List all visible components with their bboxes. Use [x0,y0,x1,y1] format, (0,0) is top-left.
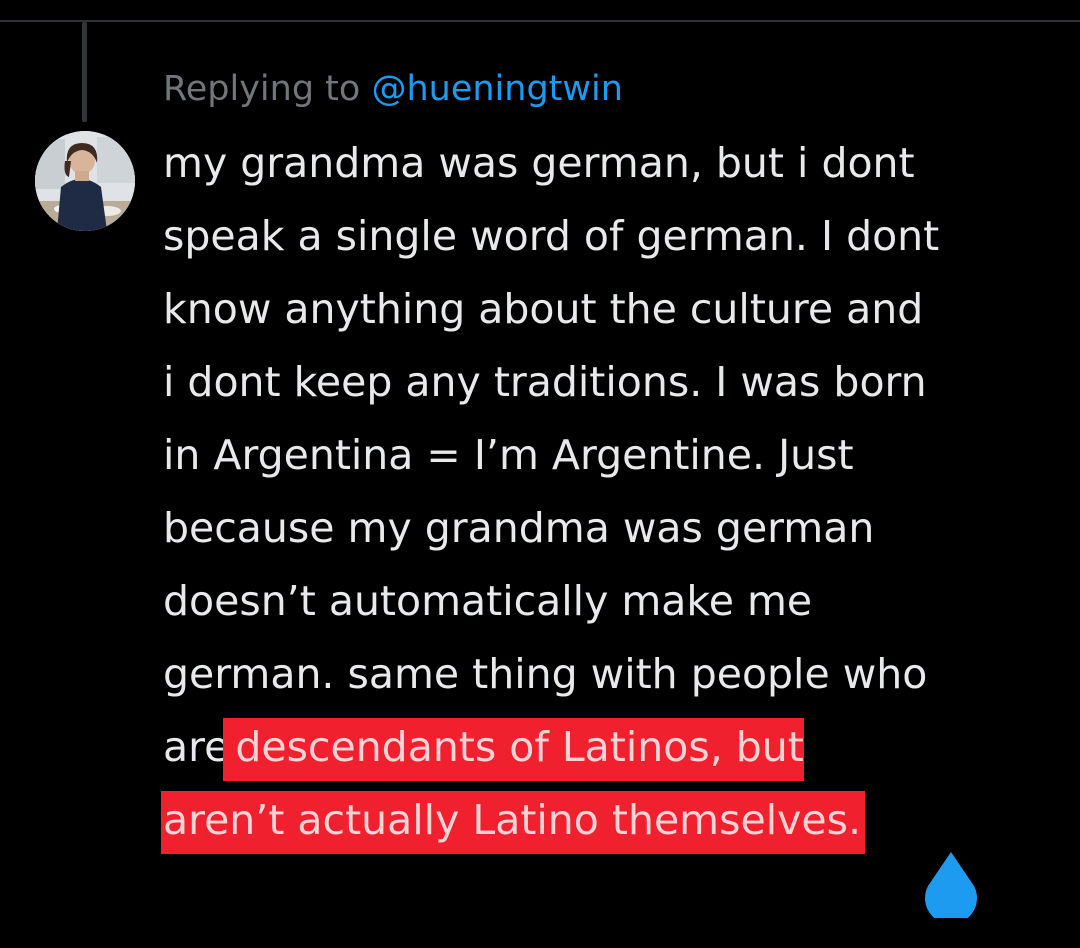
replying-to-label: Replying to [163,69,361,109]
tweet-line: speak a single word of german. I dont [163,212,940,260]
tweet-plain-text: are [163,723,230,771]
replying-to-line: Replying to @hueningtwin [163,62,623,116]
tweet-text: my grandma was german, but i dont speak … [161,127,1053,857]
tweet-line: know anything about the culture and [163,285,924,333]
highlighted-selection-text[interactable]: aren’t actually Latino themselves. [161,791,865,854]
tweet-line: my grandma was german, but i dont [163,139,915,187]
tweet-line: doesn’t automatically make me [163,577,813,625]
avatar-photo [35,131,135,231]
thread-connector-line [82,22,87,122]
tweet-line: aren’t actually Latino themselves. [161,784,1053,857]
avatar[interactable] [35,131,135,231]
replied-user-handle-link[interactable]: @hueningtwin [371,69,622,109]
tweet-line: german. same thing with people who [163,650,928,698]
top-divider [0,20,1080,22]
tweet-line: are descendants of Latinos, but [163,711,1053,784]
highlighted-selection-text[interactable]: descendants of Latinos, but [223,718,804,781]
text-selection-handle-icon[interactable] [922,850,980,925]
tweet-line: because my grandma was german [163,504,875,552]
tweet-line: i dont keep any traditions. I was born [163,358,927,406]
tweet-line: in Argentina = I’m Argentine. Just [163,431,854,479]
